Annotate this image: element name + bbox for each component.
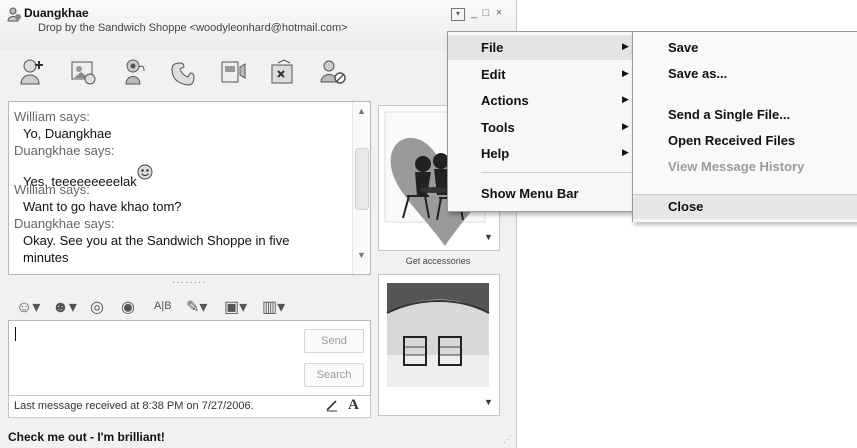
contact-status-icon [7, 7, 22, 27]
submenu-arrow-icon: ▶ [622, 147, 629, 157]
video-call-icon[interactable] [118, 57, 152, 91]
games-icon[interactable] [268, 57, 302, 91]
conversation-history[interactable]: William says: Yo, Duangkhae Duangkhae sa… [8, 101, 371, 275]
submenu-arrow-icon: ▶ [622, 94, 629, 104]
contact-name: Duangkhae [24, 6, 89, 20]
get-accessories-link[interactable]: Get accessories [377, 256, 499, 266]
file-submenu: Save Save as... Send a Single File... Op… [632, 31, 857, 222]
handwriting-icon[interactable]: ✎▾ [186, 297, 207, 317]
sender-label: William says: [14, 109, 90, 124]
text-caret [15, 327, 16, 341]
menu-item-help[interactable]: Help ▶ [448, 141, 635, 166]
menu-item-save[interactable]: Save [633, 36, 857, 60]
submenu-arrow-icon: ▶ [622, 121, 629, 131]
share-files-icon[interactable] [68, 57, 102, 91]
personal-message: Check me out - I'm brilliant! [8, 430, 165, 444]
sender-label: Duangkhae says: [14, 216, 115, 231]
emoticon-menu-icon[interactable]: ☺▾ [16, 297, 40, 317]
nudge-icon[interactable]: ◉ [121, 297, 135, 317]
minimize-button[interactable]: _ [468, 8, 480, 19]
activities-icon[interactable] [218, 57, 252, 91]
background-icon[interactable]: ▣▾ [224, 297, 247, 317]
my-display-picture-panel[interactable] [378, 274, 500, 416]
wink-menu-icon[interactable]: ☻▾ [52, 297, 77, 317]
gift-icon[interactable]: ▥▾ [262, 297, 285, 317]
menu-item-show-menu-bar[interactable]: Show Menu Bar [448, 181, 635, 206]
smiley-emoticon-icon [137, 164, 153, 183]
picture-menu-arrow-icon[interactable]: ▼ [484, 232, 493, 242]
formatting-toolbar: ☺▾ ☻▾ ◎ ◉ A|B ✎▾ ▣▾ ▥▾ [8, 290, 369, 320]
conversation-window: Duangkhae Drop by the Sandwich Shoppe <w… [0, 0, 517, 448]
menu-item-send-single-file[interactable]: Send a Single File... [633, 103, 857, 127]
scrollbar-thumb[interactable] [355, 148, 369, 210]
title-bar: Duangkhae Drop by the Sandwich Shoppe <w… [0, 0, 516, 50]
scroll-up-arrow-icon[interactable]: ▲ [357, 106, 366, 116]
menu-item-file[interactable]: File ▶ [448, 35, 635, 60]
menu-item-tools[interactable]: Tools ▶ [448, 115, 635, 140]
resize-corner-icon[interactable]: ⋰ [503, 434, 512, 445]
message-text: Want to go have khao tom? [23, 199, 182, 214]
message-text: Yo, Duangkhae [23, 126, 112, 141]
resize-grip[interactable]: ········ [172, 278, 207, 288]
sender-label: William says: [14, 182, 90, 197]
menu-item-actions[interactable]: Actions ▶ [448, 88, 635, 113]
menu-item-view-message-history: View Message History [668, 159, 805, 174]
menu-item-close[interactable]: Close [633, 194, 857, 219]
message-text: Okay. See you at the Sandwich Shoppe in … [23, 233, 290, 248]
block-icon[interactable] [318, 57, 352, 91]
submenu-arrow-icon: ▶ [622, 68, 629, 78]
menu-item-save-as[interactable]: Save as... [633, 62, 857, 86]
send-button[interactable]: Send [304, 329, 364, 353]
search-button[interactable]: Search [304, 363, 364, 387]
my-display-picture [379, 275, 499, 415]
menu-item-open-received-files[interactable]: Open Received Files [633, 129, 857, 153]
invite-contact-icon[interactable] [18, 57, 52, 91]
menu-item-edit[interactable]: Edit ▶ [448, 62, 635, 87]
scroll-down-arrow-icon[interactable]: ▼ [357, 250, 366, 260]
message-input[interactable]: Send Search [8, 320, 371, 396]
window-menu-button[interactable]: ▾ [451, 8, 465, 21]
message-text: minutes [23, 250, 69, 265]
conversation-scrollbar[interactable]: ▲ ▼ [352, 102, 370, 274]
window-menu: File ▶ Edit ▶ Actions ▶ Tools ▶ Help ▶ Show M… [447, 31, 636, 212]
last-message-status: Last message received at 8:38 PM on 7/27… [14, 400, 254, 412]
font-icon[interactable]: A|B [154, 300, 172, 312]
call-icon[interactable] [168, 57, 202, 91]
maximize-button[interactable]: □ [480, 8, 492, 19]
voice-clip-icon[interactable]: ◎ [90, 297, 104, 317]
sender-label: Duangkhae says: [14, 143, 115, 158]
font-style-button[interactable]: A [348, 397, 359, 414]
menu-separator [481, 172, 633, 173]
my-picture-menu-arrow-icon[interactable]: ▼ [484, 397, 493, 407]
contact-status-message: Drop by the Sandwich Shoppe <woodyleonha… [38, 22, 348, 34]
pen-icon[interactable] [325, 398, 339, 415]
close-button[interactable]: × [493, 8, 505, 19]
submenu-arrow-icon: ▶ [622, 41, 629, 51]
status-bar: Last message received at 8:38 PM on 7/27… [8, 395, 371, 418]
